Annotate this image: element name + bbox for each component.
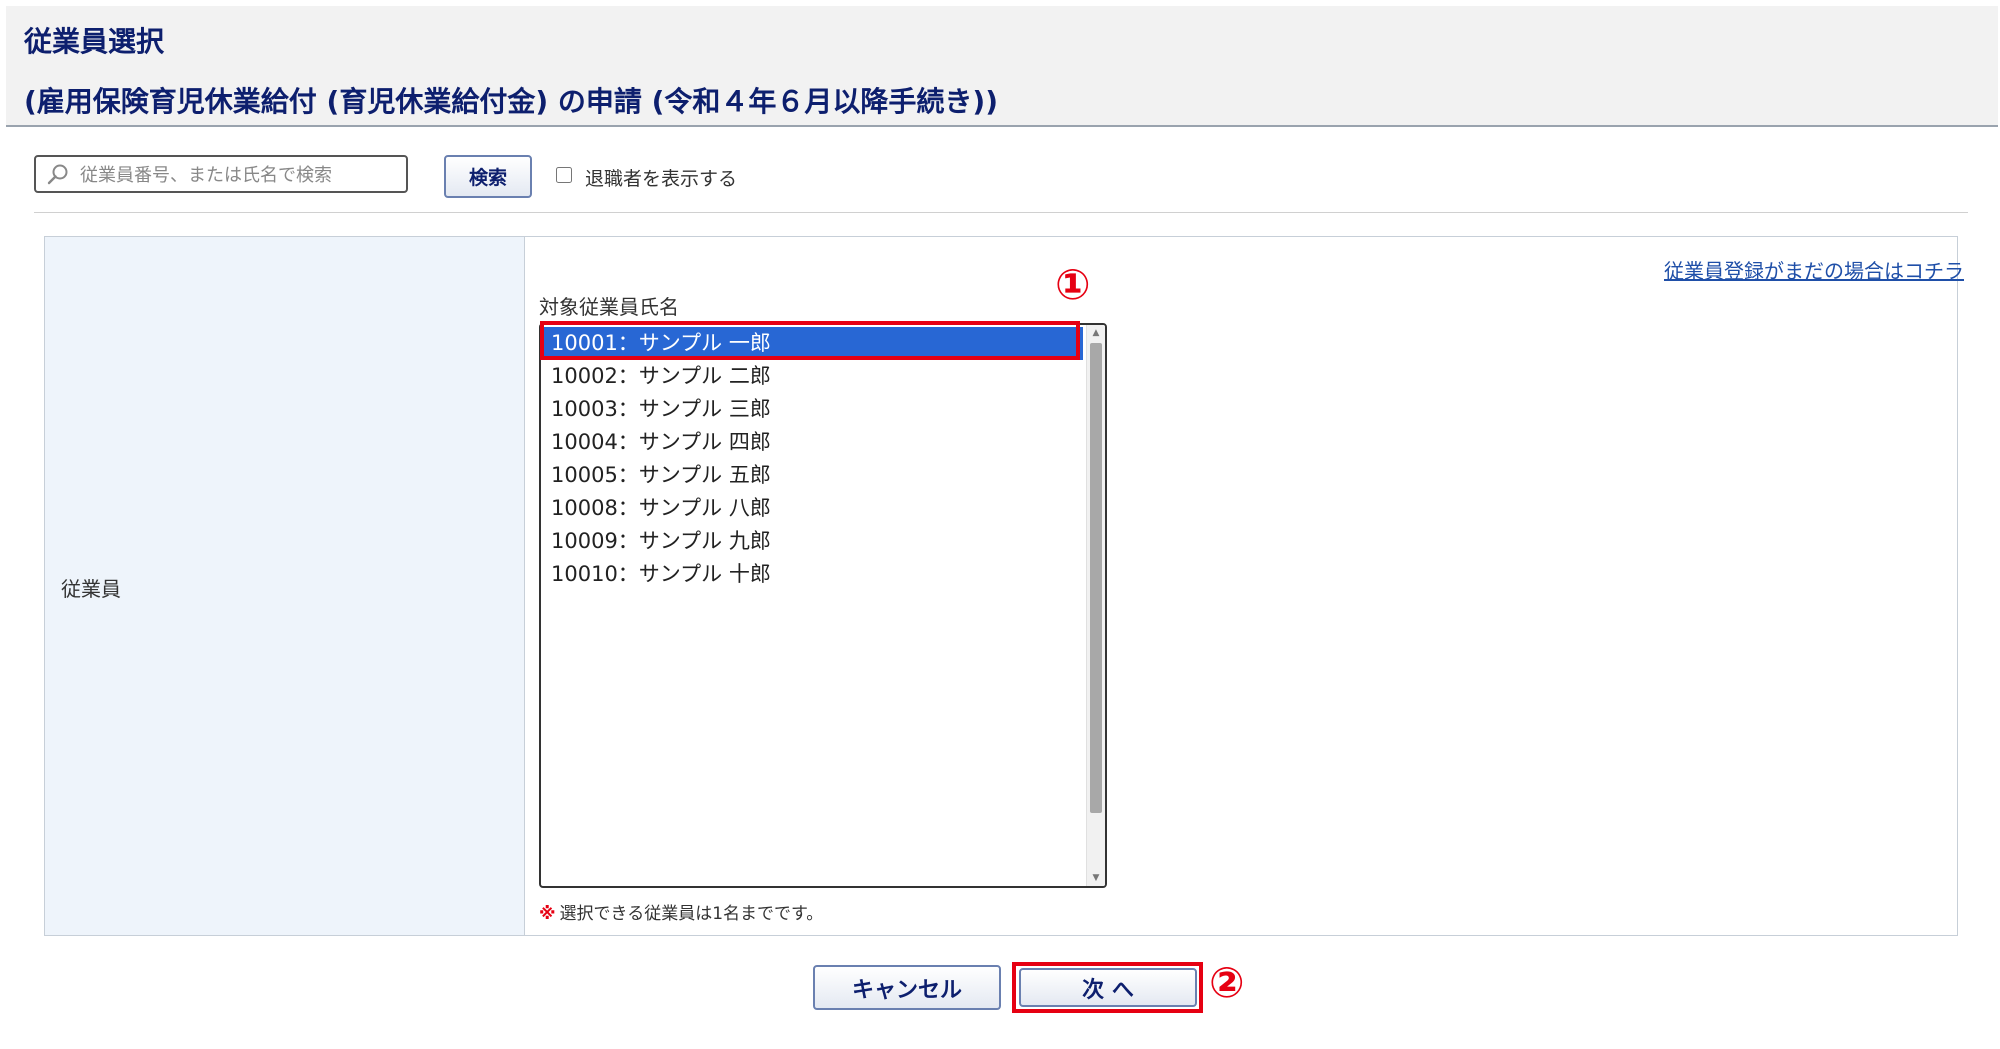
employee-option[interactable]: 10009：サンプル 九郎 [543, 525, 1083, 558]
scroll-down-arrow-icon[interactable]: ▼ [1087, 870, 1105, 886]
row-label-cell: 従業員 [45, 237, 525, 935]
show-retired-checkbox[interactable] [556, 167, 572, 183]
search-input[interactable] [78, 161, 402, 189]
search-box [34, 155, 408, 193]
next-button[interactable]: 次 へ [1019, 968, 1197, 1007]
employee-option[interactable]: 10005：サンプル 五郎 [543, 459, 1083, 492]
step2-badge: ② [1209, 958, 1245, 1007]
employee-option[interactable]: 10002：サンプル 二郎 [543, 360, 1083, 393]
employee-option[interactable]: 10008：サンプル 八郎 [543, 492, 1083, 525]
employee-option[interactable]: 10003：サンプル 三郎 [543, 393, 1083, 426]
scroll-up-arrow-icon[interactable]: ▲ [1087, 325, 1105, 341]
register-employee-link[interactable]: 従業員登録がまだの場合はコチラ [1664, 255, 1964, 284]
search-button[interactable]: 検索 [444, 155, 532, 198]
search-icon [47, 164, 68, 185]
step1-badge: ① [1055, 260, 1091, 309]
show-retired-label[interactable]: 退職者を表示する [585, 164, 737, 191]
note-text: 選択できる従業員は1名までです。 [559, 904, 824, 924]
scrollbar-thumb[interactable] [1090, 343, 1102, 813]
page-header: 従業員選択 (雇用保険育児休業給付 (育児休業給付金) の申請 (令和４年６月以… [6, 6, 1998, 127]
divider [34, 212, 1968, 213]
page-title: 従業員選択 [24, 25, 165, 58]
listbox-scrollbar[interactable]: ▲ ▼ [1086, 325, 1105, 886]
employee-option[interactable]: 10001：サンプル 一郎 [543, 327, 1083, 360]
employee-option[interactable]: 10010：サンプル 十郎 [543, 558, 1083, 591]
employee-listbox[interactable]: 10001：サンプル 一郎 10002：サンプル 二郎 10003：サンプル 三… [539, 323, 1107, 888]
employee-list-label: 対象従業員氏名 [539, 295, 679, 319]
employee-form-table: 従業員 従業員登録がまだの場合はコチラ 対象従業員氏名 10001：サンプル 一… [44, 236, 1964, 936]
cancel-button[interactable]: キャンセル [813, 965, 1001, 1010]
employee-option[interactable]: 10004：サンプル 四郎 [543, 426, 1083, 459]
note-mark: ※ [539, 904, 556, 924]
selection-note: ※ 選択できる従業員は1名までです。 [539, 899, 823, 924]
row-label: 従業員 [61, 577, 121, 601]
page-subtitle: (雇用保険育児休業給付 (育児休業給付金) の申請 (令和４年６月以降手続き)) [24, 85, 999, 118]
